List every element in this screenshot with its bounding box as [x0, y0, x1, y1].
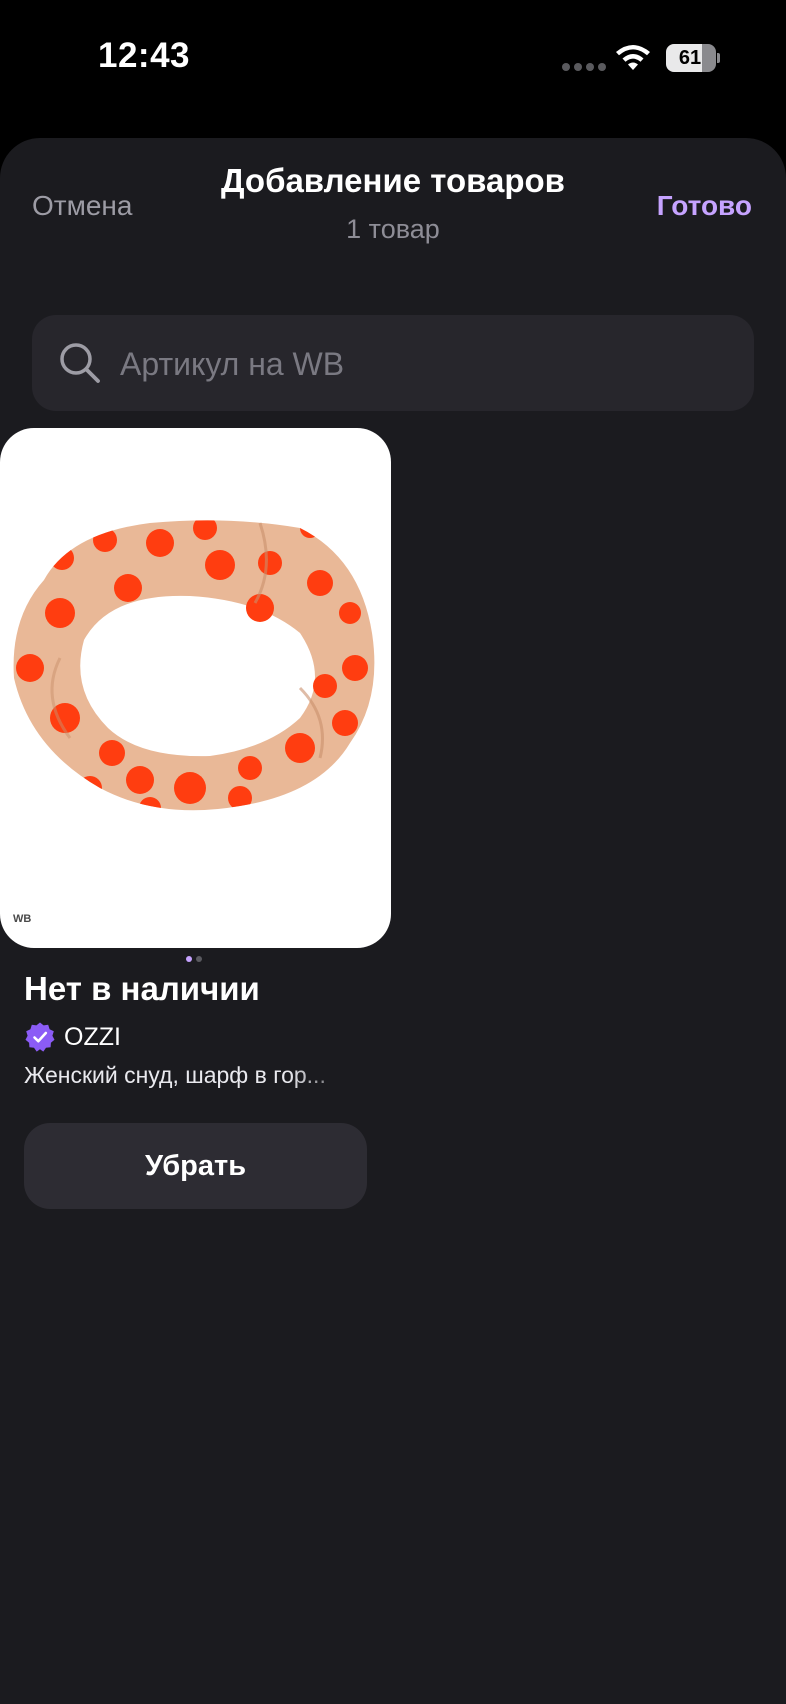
search-input[interactable]	[118, 315, 722, 413]
pager-dot	[196, 956, 202, 962]
done-button[interactable]: Готово	[657, 190, 752, 222]
cellular-signal-icon	[562, 63, 606, 71]
status-bar: 12:43 61	[0, 0, 786, 120]
stock-status: Нет в наличии	[24, 970, 260, 1007]
brand-row: OZZI	[24, 1020, 121, 1054]
product-description: Женский снуд, шарф в гор...	[24, 1062, 326, 1088]
verified-badge-icon	[25, 1022, 55, 1052]
wb-watermark: WB	[13, 913, 32, 925]
product-image[interactable]: WB	[0, 428, 391, 948]
wifi-icon	[616, 45, 650, 70]
image-pager	[186, 956, 202, 962]
remove-button[interactable]: Убрать	[24, 1123, 367, 1209]
add-products-sheet: Отмена Добавление товаров 1 товар Готово	[0, 138, 786, 1704]
brand-name[interactable]: OZZI	[64, 1023, 121, 1052]
pager-dot-active	[186, 956, 192, 962]
battery-level: 61	[678, 47, 702, 69]
search-bar[interactable]	[32, 315, 754, 413]
scarf-photo	[13, 520, 375, 811]
status-time: 12:43	[98, 36, 191, 75]
search-icon	[60, 343, 100, 383]
battery-icon: 61	[666, 44, 720, 72]
